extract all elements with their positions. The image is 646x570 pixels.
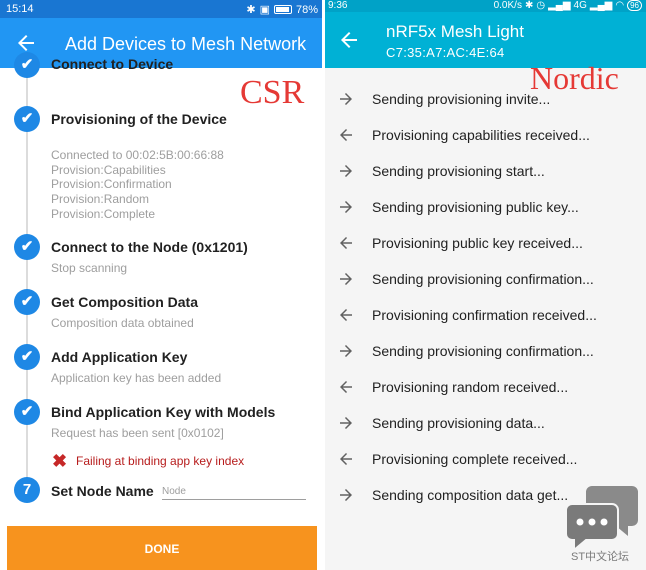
csr-screen: 15:14 ✱ ▣ 78% Add Devices to Mesh Networ… xyxy=(0,0,322,570)
status-bar: 15:14 ✱ ▣ 78% xyxy=(0,0,322,18)
step-check-icon: ✔ xyxy=(14,106,40,132)
error-message: Failing at binding app key index xyxy=(76,454,245,468)
bluetooth-icon: ✱ xyxy=(246,4,256,16)
network-speed: 0.0K/s xyxy=(493,0,522,11)
step-detail: Composition data obtained xyxy=(51,316,194,330)
step-detail: Request has been sent [0x0102] xyxy=(51,426,224,440)
list-item: Sending provisioning data... xyxy=(325,405,646,441)
list-item: Provisioning public key received... xyxy=(325,225,646,261)
log-message: Provisioning complete received... xyxy=(372,451,578,467)
nordic-screen: 9:36 0.0K/s ✱ ◷ ▂▄▆ 4G ▂▄▆ ◠ 96 nRF5x Me… xyxy=(325,0,646,570)
log-message: Sending composition data get... xyxy=(372,487,569,503)
arrow-right-icon xyxy=(340,165,352,177)
log-message: Provisioning public key received... xyxy=(372,235,583,251)
step-check-icon: ✔ xyxy=(14,344,40,370)
step-number: 7 xyxy=(14,477,40,503)
step-check-icon: ✔ xyxy=(14,52,40,78)
step-title: Set Node Name xyxy=(51,483,154,499)
node-name-input[interactable]: Node xyxy=(162,484,306,500)
list-item: Sending provisioning invite... xyxy=(325,81,646,117)
arrow-left-icon xyxy=(340,237,352,249)
signal-icon: ▂▄▆ xyxy=(548,0,571,11)
bluetooth-icon: ✱ xyxy=(524,0,534,11)
page-title: Add Devices to Mesh Network xyxy=(65,34,307,54)
step-title: Bind Application Key with Models xyxy=(51,404,276,420)
list-item: Sending provisioning start... xyxy=(325,153,646,189)
step-detail: Provision:Complete xyxy=(51,206,156,221)
step-title: Add Application Key xyxy=(51,349,188,365)
arrow-right-icon xyxy=(340,201,352,213)
log-message: Sending provisioning start... xyxy=(372,163,545,179)
list-item: Sending provisioning confirmation... xyxy=(325,261,646,297)
step-title: Provisioning of the Device xyxy=(51,111,227,127)
done-button[interactable]: DONE xyxy=(7,526,317,570)
page-title: nRF5x Mesh Light xyxy=(386,22,524,41)
status-time: 9:36 xyxy=(328,0,348,11)
step-title: Connect to Device xyxy=(51,56,174,72)
csr-overlay-label: CSR xyxy=(240,74,305,111)
step-detail: Connected to 00:02:5B:00:66:88 xyxy=(51,148,224,162)
list-item: Sending provisioning public key... xyxy=(325,189,646,225)
step-title: Get Composition Data xyxy=(51,294,199,310)
arrow-right-icon xyxy=(340,93,352,105)
step-check-icon: ✔ xyxy=(14,289,40,315)
step-detail: Application key has been added xyxy=(51,371,222,385)
arrow-right-icon xyxy=(340,417,352,429)
battery-icon: 96 xyxy=(627,0,642,11)
step-detail: Provision:Capabilities xyxy=(51,162,166,177)
log-message: Provisioning confirmation received... xyxy=(372,307,597,323)
wifi-icon: ◠ xyxy=(615,0,625,11)
step-check-icon: ✔ xyxy=(14,399,40,425)
step-detail: Provision:Confirmation xyxy=(51,177,172,192)
list-item: Provisioning confirmation received... xyxy=(325,297,646,333)
log-message: Sending provisioning confirmation... xyxy=(372,343,594,359)
list-item: Sending provisioning confirmation... xyxy=(325,333,646,369)
status-bar: 9:36 0.0K/s ✱ ◷ ▂▄▆ 4G ▂▄▆ ◠ 96 xyxy=(325,0,646,12)
status-time: 15:14 xyxy=(6,3,34,15)
arrow-right-icon xyxy=(340,489,352,501)
arrow-right-icon xyxy=(340,273,352,285)
log-message: Provisioning random received... xyxy=(372,379,569,395)
battery-icon xyxy=(273,5,292,14)
step-detail: Provision:Random xyxy=(51,192,150,207)
arrow-right-icon xyxy=(340,345,352,357)
step-title: Connect to the Node (0x1201) xyxy=(51,239,248,255)
arrow-left-icon xyxy=(340,309,352,321)
device-address: C7:35:A7:AC:4E:64 xyxy=(386,45,505,60)
alarm-icon: ◷ xyxy=(536,0,546,11)
log-message: Sending provisioning confirmation... xyxy=(372,271,594,287)
log-message: Sending provisioning public key... xyxy=(372,199,579,215)
arrow-left-icon xyxy=(340,381,352,393)
list-item: Provisioning capabilities received... xyxy=(325,117,646,153)
log-message: Sending provisioning invite... xyxy=(372,91,551,107)
back-arrow-icon[interactable] xyxy=(337,28,361,52)
arrow-left-icon xyxy=(340,453,352,465)
watermark-text: ST中文论坛 xyxy=(571,551,630,563)
list-item: Provisioning random received... xyxy=(325,369,646,405)
list-item: Provisioning complete received... xyxy=(325,441,646,477)
network-type: 4G xyxy=(573,0,587,11)
log-message: Provisioning capabilities received... xyxy=(372,127,590,143)
signal-icon: ▂▄▆ xyxy=(589,0,613,11)
arrow-left-icon xyxy=(340,129,352,141)
step-detail: Stop scanning xyxy=(51,261,128,275)
battery-percent: 78% xyxy=(295,3,318,16)
sim-icon: ▣ xyxy=(259,4,270,16)
log-message: Sending provisioning data... xyxy=(372,415,545,431)
cross-icon: ✖ xyxy=(52,451,68,471)
step-check-icon: ✔ xyxy=(14,234,40,260)
